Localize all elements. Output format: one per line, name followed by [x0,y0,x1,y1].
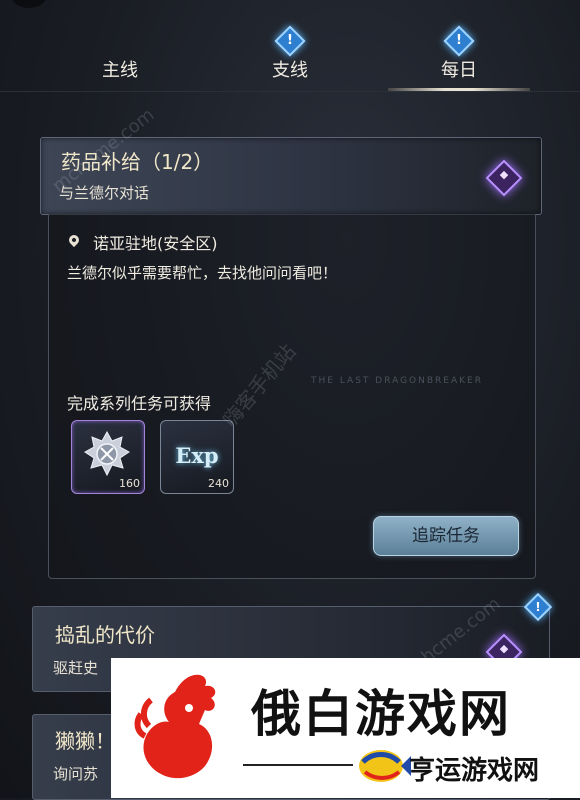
decorative-text: THE LAST DRAGONBREAKER [311,376,483,386]
tab-daily-label: 每日 [441,60,477,81]
reward-count: 160 [119,477,140,490]
quest-subtitle: 询问苏 [53,765,99,783]
tab-divider [0,91,580,92]
quest-title: 捣乱的代价 [55,623,155,647]
rewards-title: 完成系列任务可获得 [67,394,212,413]
alert-icon: ! [274,25,306,57]
reward-item-exp[interactable]: Exp 240 [160,420,234,494]
reward-count: 240 [208,477,229,490]
medal-icon [84,431,130,477]
tab-side-quest[interactable]: ! 支线 [230,25,350,88]
quest-marker-icon [485,159,523,197]
location-pin-icon [66,232,82,248]
tab-main-quest[interactable]: 主线 [60,44,180,88]
tab-daily-quest[interactable]: ! 每日 [399,25,519,88]
site-banner-overlay: 俄白游戏网 亨运游戏网 [111,658,580,798]
banner-divider-line [243,764,353,766]
fish-logo-icon [359,750,411,782]
banner-slogan-text: 亨运游戏网 [409,756,540,786]
quest-title: 獭獭！ [55,729,115,753]
rooster-logo-icon [134,674,216,779]
reward-item-medal[interactable]: 160 [71,420,145,494]
quest-subtitle: 驱赶史 [53,659,99,677]
quest-location: 诺亚驻地(安全区) [93,234,218,253]
tab-side-label: 支线 [272,60,308,81]
track-quest-button[interactable]: 追踪任务 [373,516,519,556]
banner-brand-text: 俄白游戏网 [251,685,511,743]
quest-tabs: 主线 ! 支线 ! 每日 [0,0,580,92]
quest-detail-panel: 诺亚驻地(安全区) 兰德尔似乎需要帮忙，去找他问问看吧！ THE LAST DR… [48,214,536,579]
quest-description: 兰德尔似乎需要帮忙，去找他问问看吧！ [67,264,338,282]
alert-icon: ! [443,25,475,57]
exp-icon: Exp [175,443,219,468]
tab-main-label: 主线 [102,60,138,81]
